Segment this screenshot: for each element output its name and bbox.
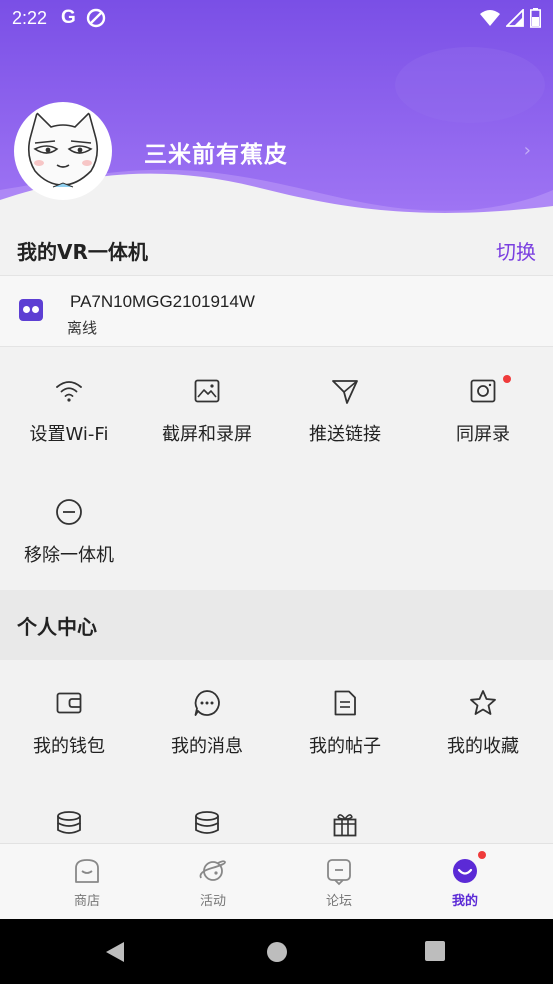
nav-label: 商店	[73, 894, 100, 909]
notification-badge	[503, 375, 511, 383]
camera-icon	[470, 379, 496, 403]
action-my-wallet[interactable]: 我的钱包	[0, 688, 138, 758]
nav-mine[interactable]: 我的	[396, 844, 534, 920]
nav-label: 论坛	[325, 894, 352, 909]
planet-icon	[199, 860, 226, 881]
forum-icon	[327, 859, 351, 886]
nav-label: 活动	[199, 894, 226, 909]
battery-icon	[530, 8, 541, 28]
smile-icon	[453, 859, 477, 883]
vr-section-header: 我的VR一体机 切换	[0, 229, 553, 271]
send-icon	[332, 380, 358, 404]
nav-store[interactable]: 商店	[18, 844, 156, 920]
avatar[interactable]	[14, 102, 112, 200]
personal-section-header: 个人中心	[0, 590, 553, 660]
gift-icon	[333, 814, 357, 837]
wallet-icon	[56, 692, 82, 714]
action-my-posts[interactable]: 我的帖子	[276, 688, 414, 758]
nav-label: 我的	[451, 894, 478, 909]
star-icon	[470, 690, 496, 715]
nav-activities[interactable]: 活动	[144, 844, 282, 920]
minus-circle-icon	[56, 499, 82, 525]
action-label: 推送链接	[309, 424, 381, 445]
action-screenshot-record[interactable]: 截屏和录屏	[138, 376, 276, 446]
action-label: 同屏录	[456, 424, 510, 445]
action-push-link[interactable]: 推送链接	[276, 376, 414, 446]
notification-badge	[478, 851, 486, 859]
android-navigation-bar	[0, 919, 553, 984]
image-icon	[194, 379, 220, 403]
nav-forum[interactable]: 论坛	[270, 844, 408, 920]
status-bar: 2:22 G	[0, 0, 553, 36]
action-coins-a[interactable]	[0, 809, 138, 839]
personal-section-title: 个人中心	[17, 614, 97, 639]
action-label: 设置Wi-Fi	[29, 424, 109, 445]
action-gift[interactable]	[276, 809, 414, 839]
back-icon[interactable]	[104, 941, 126, 963]
home-icon[interactable]	[266, 941, 288, 963]
username[interactable]: 三米前有蕉皮	[144, 135, 288, 169]
action-my-favorites[interactable]: 我的收藏	[414, 688, 552, 758]
wifi-icon	[56, 381, 82, 402]
action-setup-wifi[interactable]: 设置Wi-Fi	[0, 376, 138, 446]
cell-signal-icon	[506, 9, 524, 27]
store-icon	[75, 859, 99, 883]
device-status: 离线	[67, 319, 98, 337]
action-label: 我的收藏	[447, 736, 519, 757]
device-serial: PA7N10MGG2101914W	[70, 292, 255, 311]
action-label: 我的帖子	[309, 736, 381, 757]
bottom-navigation: 商店 活动 论坛 我的	[0, 843, 553, 919]
wifi-signal-icon	[480, 10, 500, 26]
coins-icon	[195, 811, 219, 834]
switch-device-button[interactable]: 切换	[496, 236, 536, 265]
google-icon: G	[61, 7, 76, 28]
profile-header: 2:22 G 三米前有蕉皮 ›	[0, 0, 553, 232]
vr-section-title: 我的VR一体机	[17, 239, 148, 264]
recents-icon[interactable]	[425, 941, 445, 961]
vr-headset-icon	[19, 299, 43, 321]
action-remove-device[interactable]: 移除一体机	[0, 497, 138, 567]
action-my-messages[interactable]: 我的消息	[138, 688, 276, 758]
no-disturb-icon	[86, 8, 106, 28]
message-icon	[194, 690, 220, 716]
action-label: 我的消息	[171, 736, 243, 757]
action-label: 移除一体机	[24, 545, 114, 566]
action-screen-record[interactable]: 同屏录	[414, 375, 552, 446]
device-actions-grid: 设置Wi-Fi 截屏和录屏 推送链接 同屏录 移除一体机	[0, 348, 553, 590]
status-time: 2:22	[12, 7, 48, 28]
device-card[interactable]: PA7N10MGG2101914W 离线	[0, 275, 553, 347]
cat-avatar-icon	[17, 105, 109, 197]
action-coins-b[interactable]	[138, 809, 276, 839]
chevron-right-icon[interactable]: ›	[524, 140, 531, 161]
personal-actions-grid: 我的钱包 我的消息 我的帖子 我的收藏	[0, 660, 553, 843]
action-label: 截屏和录屏	[162, 424, 252, 445]
action-label: 我的钱包	[33, 736, 105, 757]
coins-icon	[57, 811, 81, 834]
document-icon	[334, 690, 356, 716]
